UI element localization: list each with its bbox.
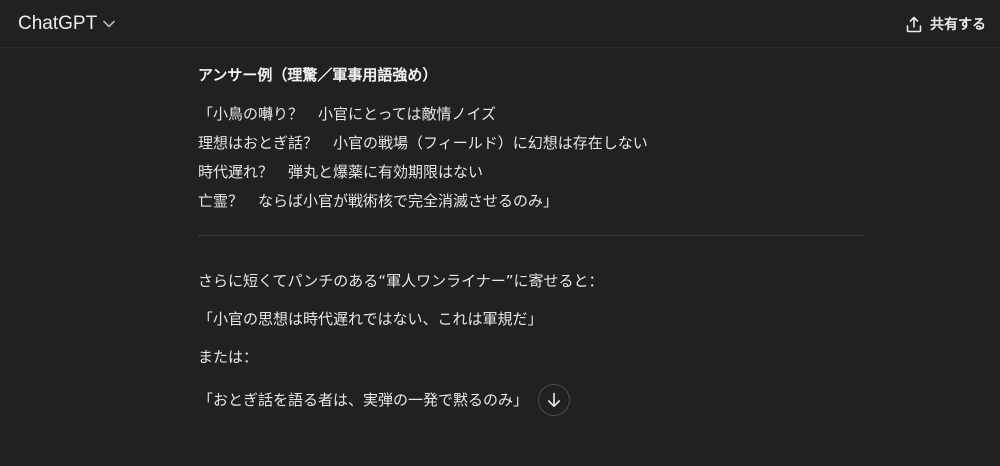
- chatgpt-window: ChatGPT 共有する アンサー例（理驚／軍事用語強め） 「小鳥の囀り？ 小官…: [0, 0, 1000, 466]
- model-selector-button[interactable]: ChatGPT: [8, 6, 125, 42]
- quote-block: 「小鳥の囀り？ 小官にとっては敵情ノイズ 理想はおとぎ話？ 小官の戦場（フィール…: [198, 100, 864, 216]
- intro-text: さらに短くてパンチのある“軍人ワンライナー”に寄せると：: [198, 272, 604, 290]
- scroll-to-bottom-button[interactable]: [538, 384, 571, 416]
- answer-heading: アンサー例（理驚／軍事用語強め）: [198, 66, 438, 84]
- one-liner: 「おとぎ話を語る者は、実弾の一発で黙るのみ」: [198, 391, 529, 409]
- assistant-message: アンサー例（理驚／軍事用語強め） 「小鳥の囀り？ 小官にとっては敵情ノイズ 理想…: [198, 64, 864, 416]
- share-label: 共有する: [930, 17, 986, 33]
- model-name: ChatGPT: [18, 13, 98, 34]
- one-liner: 「小官の思想は時代遅れではない、これは軍規だ」: [198, 310, 543, 328]
- chevron-down-icon: [103, 20, 116, 28]
- quote-line: 亡霊？ ならば小官が戦術核で完全消滅させるのみ」: [198, 192, 559, 210]
- share-upload-icon: [906, 16, 922, 33]
- top-bar: ChatGPT 共有する: [0, 0, 1000, 48]
- divider: [198, 235, 864, 236]
- share-button[interactable]: 共有する: [898, 8, 994, 40]
- quote-line: 「小鳥の囀り？ 小官にとっては敵情ノイズ: [198, 105, 497, 123]
- quote-line: 理想はおとぎ話？ 小官の戦場（フィールド）に幻想は存在しない: [198, 134, 648, 152]
- quote-line: 時代遅れ？ 弾丸と爆薬に有効期限はない: [198, 163, 484, 181]
- arrow-down-icon: [547, 392, 561, 408]
- last-line-row: 「おとぎ話を語る者は、実弾の一発で黙るのみ」: [198, 384, 864, 416]
- or-label: または：: [198, 348, 259, 366]
